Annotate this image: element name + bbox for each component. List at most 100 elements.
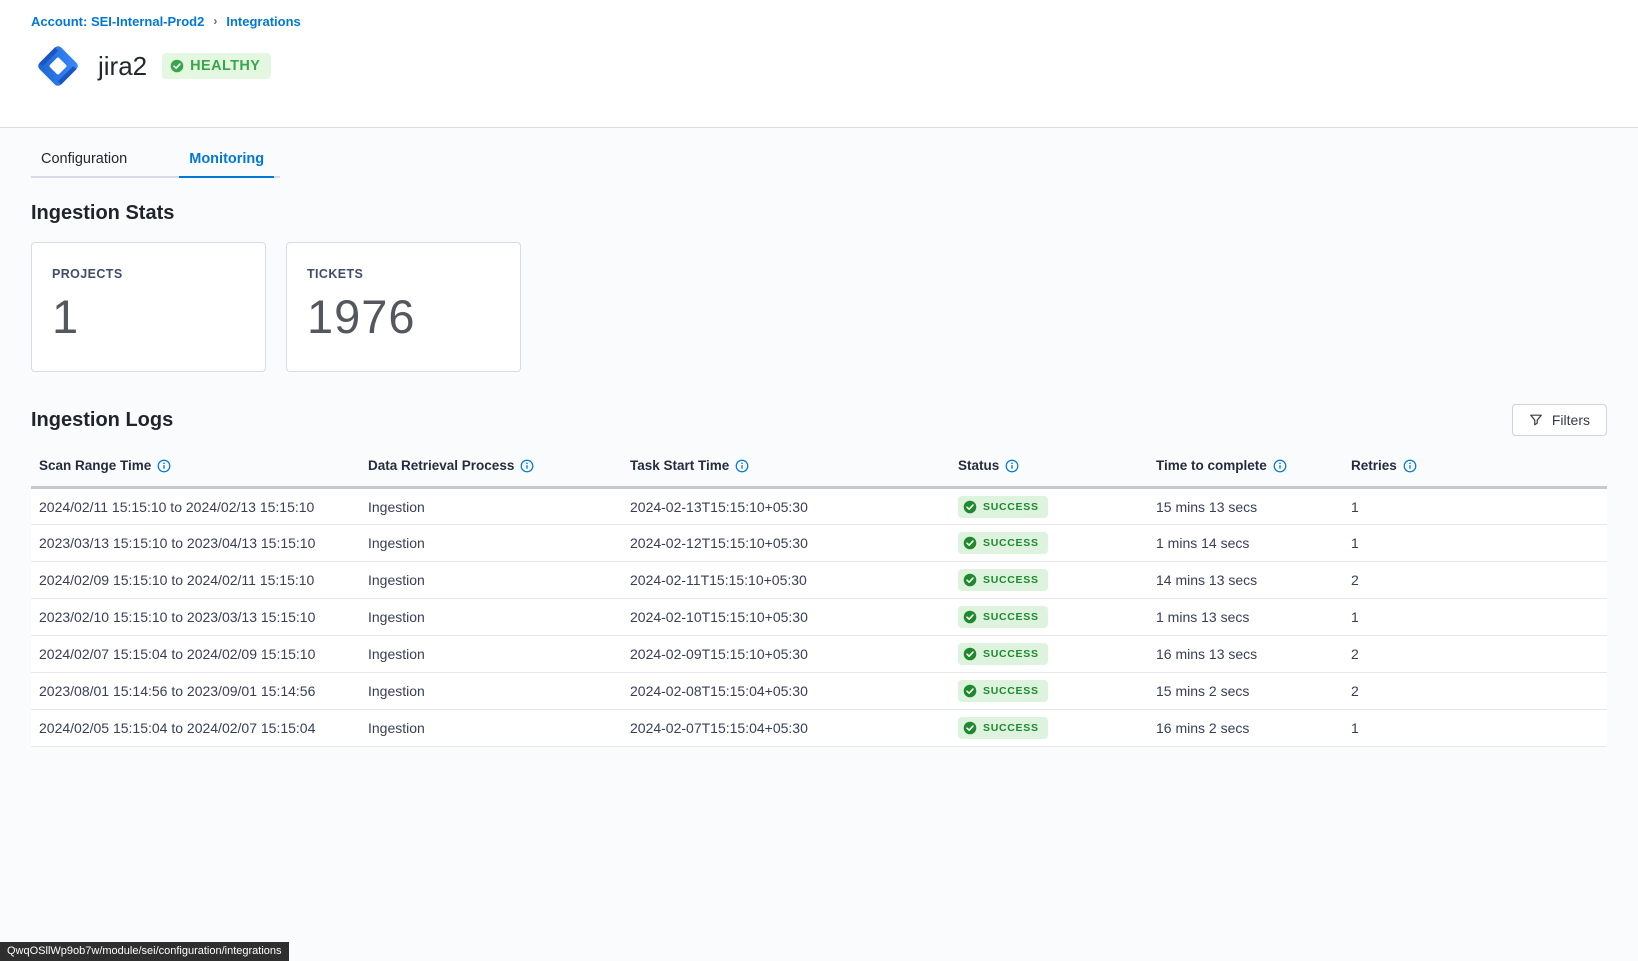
cell-time-to-complete: 15 mins 13 secs xyxy=(1148,488,1343,525)
cell-task-start-time: 2024-02-08T15:15:04+05:30 xyxy=(622,673,950,710)
status-badge-label: SUCCESS xyxy=(983,501,1039,513)
cell-data-retrieval-process: Ingestion xyxy=(360,599,622,636)
column-header-data-retrieval-process[interactable]: Data Retrieval Process xyxy=(360,448,622,488)
table-row[interactable]: 2023/03/13 15:15:10 to 2023/04/13 15:15:… xyxy=(31,525,1607,562)
table-row[interactable]: 2023/08/01 15:14:56 to 2023/09/01 15:14:… xyxy=(31,673,1607,710)
cell-scan-range-time: 2024/02/07 15:15:04 to 2024/02/09 15:15:… xyxy=(31,636,360,673)
filters-button-label: Filters xyxy=(1552,412,1590,428)
cell-status: SUCCESS xyxy=(950,562,1148,599)
status-badge: SUCCESS xyxy=(958,717,1048,739)
cell-task-start-time: 2024-02-09T15:15:10+05:30 xyxy=(622,636,950,673)
column-header-time-to-complete[interactable]: Time to complete xyxy=(1148,448,1343,488)
status-badge-label: SUCCESS xyxy=(983,574,1039,586)
stat-card-label: PROJECTS xyxy=(52,267,245,281)
check-circle-icon xyxy=(963,684,977,698)
status-badge: SUCCESS xyxy=(958,680,1048,702)
status-badge: SUCCESS xyxy=(958,496,1048,518)
status-badge-label: SUCCESS xyxy=(983,648,1039,660)
table-row[interactable]: 2024/02/09 15:15:10 to 2024/02/11 15:15:… xyxy=(31,562,1607,599)
jira-logo-icon xyxy=(31,39,85,93)
cell-retries: 2 xyxy=(1343,562,1607,599)
check-circle-icon xyxy=(963,573,977,587)
check-circle-icon xyxy=(963,536,977,550)
cell-task-start-time: 2024-02-12T15:15:10+05:30 xyxy=(622,525,950,562)
logs-table-body: 2024/02/11 15:15:10 to 2024/02/13 15:15:… xyxy=(31,488,1607,747)
cell-scan-range-time: 2023/08/01 15:14:56 to 2023/09/01 15:14:… xyxy=(31,673,360,710)
page-header: Account: SEI-Internal-Prod2 › Integratio… xyxy=(0,0,1638,128)
column-header-task-start-time[interactable]: Task Start Time xyxy=(622,448,950,488)
info-icon[interactable] xyxy=(157,459,171,473)
table-row[interactable]: 2024/02/11 15:15:10 to 2024/02/13 15:15:… xyxy=(31,488,1607,525)
column-label: Time to complete xyxy=(1156,458,1267,473)
table-row[interactable]: 2024/02/05 15:15:04 to 2024/02/07 15:15:… xyxy=(31,710,1607,747)
logs-table-header: Scan Range Time Data Retrieval Process T… xyxy=(31,448,1607,488)
cell-scan-range-time: 2023/03/13 15:15:10 to 2023/04/13 15:15:… xyxy=(31,525,360,562)
column-header-status[interactable]: Status xyxy=(950,448,1148,488)
cell-data-retrieval-process: Ingestion xyxy=(360,673,622,710)
column-label: Task Start Time xyxy=(630,458,729,473)
check-circle-icon xyxy=(963,500,977,514)
status-badge-label: SUCCESS xyxy=(983,611,1039,623)
stat-card: TICKETS 1976 xyxy=(286,242,521,372)
cell-time-to-complete: 15 mins 2 secs xyxy=(1148,673,1343,710)
stat-card: PROJECTS 1 xyxy=(31,242,266,372)
ingestion-logs-header-row: Ingestion Logs Filters xyxy=(31,404,1607,436)
cell-task-start-time: 2024-02-10T15:15:10+05:30 xyxy=(622,599,950,636)
check-circle-icon xyxy=(963,647,977,661)
column-label: Status xyxy=(958,458,999,473)
cell-status: SUCCESS xyxy=(950,673,1148,710)
link-url-preview: QwqOSllWp9ob7w/module/sei/configuration/… xyxy=(0,942,289,961)
column-header-scan-range-time[interactable]: Scan Range Time xyxy=(31,448,360,488)
cell-data-retrieval-process: Ingestion xyxy=(360,488,622,525)
status-badge: SUCCESS xyxy=(958,606,1048,628)
cell-scan-range-time: 2024/02/11 15:15:10 to 2024/02/13 15:15:… xyxy=(31,488,360,525)
status-badge: SUCCESS xyxy=(958,569,1048,591)
tab-configuration[interactable]: Configuration xyxy=(31,141,137,178)
info-icon[interactable] xyxy=(1005,459,1019,473)
info-icon[interactable] xyxy=(1403,459,1417,473)
info-icon[interactable] xyxy=(735,459,749,473)
filter-funnel-icon xyxy=(1529,413,1543,427)
stat-card-label: TICKETS xyxy=(307,267,500,281)
page-title: jira2 xyxy=(98,51,147,82)
ingestion-logs-table: Scan Range Time Data Retrieval Process T… xyxy=(31,448,1607,747)
ingestion-logs-title: Ingestion Logs xyxy=(31,409,173,432)
cell-task-start-time: 2024-02-13T15:15:10+05:30 xyxy=(622,488,950,525)
cell-time-to-complete: 1 mins 14 secs xyxy=(1148,525,1343,562)
cell-time-to-complete: 16 mins 13 secs xyxy=(1148,636,1343,673)
cell-retries: 2 xyxy=(1343,636,1607,673)
cell-status: SUCCESS xyxy=(950,599,1148,636)
breadcrumb: Account: SEI-Internal-Prod2 › Integratio… xyxy=(31,14,1607,29)
info-icon[interactable] xyxy=(520,459,534,473)
breadcrumb-integrations-link[interactable]: Integrations xyxy=(226,14,300,29)
health-badge-label: HEALTHY xyxy=(190,58,260,74)
stat-card-value: 1976 xyxy=(307,289,500,344)
stat-card-value: 1 xyxy=(52,289,245,344)
cell-retries: 1 xyxy=(1343,599,1607,636)
cell-status: SUCCESS xyxy=(950,636,1148,673)
chevron-right-icon: › xyxy=(213,14,217,28)
cell-time-to-complete: 16 mins 2 secs xyxy=(1148,710,1343,747)
column-label: Scan Range Time xyxy=(39,458,151,473)
cell-data-retrieval-process: Ingestion xyxy=(360,636,622,673)
cell-retries: 1 xyxy=(1343,488,1607,525)
info-icon[interactable] xyxy=(1273,459,1287,473)
table-row[interactable]: 2024/02/07 15:15:04 to 2024/02/09 15:15:… xyxy=(31,636,1607,673)
column-header-retries[interactable]: Retries xyxy=(1343,448,1607,488)
cell-retries: 2 xyxy=(1343,673,1607,710)
tab-monitoring[interactable]: Monitoring xyxy=(179,141,274,178)
filters-button[interactable]: Filters xyxy=(1512,404,1607,436)
cell-scan-range-time: 2024/02/09 15:15:10 to 2024/02/11 15:15:… xyxy=(31,562,360,599)
cell-status: SUCCESS xyxy=(950,488,1148,525)
main-content: Configuration Monitoring Ingestion Stats… xyxy=(0,141,1638,747)
table-row[interactable]: 2023/02/10 15:15:10 to 2023/03/13 15:15:… xyxy=(31,599,1607,636)
status-badge: SUCCESS xyxy=(958,532,1048,554)
tab-bar: Configuration Monitoring xyxy=(31,141,280,178)
stat-cards: PROJECTS 1 TICKETS 1976 xyxy=(31,242,1607,372)
health-status-badge: HEALTHY xyxy=(162,53,271,79)
status-badge-label: SUCCESS xyxy=(983,685,1039,697)
cell-data-retrieval-process: Ingestion xyxy=(360,562,622,599)
cell-retries: 1 xyxy=(1343,710,1607,747)
status-badge: SUCCESS xyxy=(958,643,1048,665)
breadcrumb-account-link[interactable]: Account: SEI-Internal-Prod2 xyxy=(31,14,204,29)
